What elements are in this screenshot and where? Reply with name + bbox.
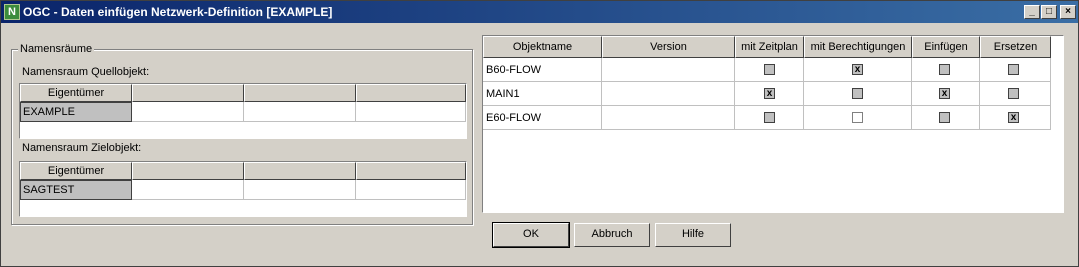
row-version[interactable] xyxy=(602,82,735,106)
close-button[interactable]: × xyxy=(1060,5,1076,19)
berechtigungen-checkbox[interactable]: x xyxy=(852,64,863,75)
source-owner-cell[interactable]: EXAMPLE xyxy=(20,102,132,122)
source-namespace-label: Namensraum Quellobjekt: xyxy=(22,66,150,78)
target-namespace-label: Namensraum Zielobjekt: xyxy=(22,142,142,154)
header-version[interactable]: Version xyxy=(602,36,735,58)
einfuegen-checkbox[interactable] xyxy=(939,64,950,75)
owner-header[interactable]: Eigentümer xyxy=(20,162,132,180)
zeitplan-checkbox[interactable] xyxy=(764,64,775,75)
row-objektname[interactable]: B60-FLOW xyxy=(483,58,602,82)
einfuegen-checkbox[interactable]: x xyxy=(939,88,950,99)
row-zeitplan-cell: x xyxy=(735,82,804,106)
row-version[interactable] xyxy=(602,58,735,82)
berechtigungen-checkbox[interactable] xyxy=(852,88,863,99)
dialog-window: N OGC - Daten einfügen Netzwerk-Definiti… xyxy=(0,0,1079,267)
ersetzen-checkbox[interactable]: x xyxy=(1008,112,1019,123)
column-header[interactable] xyxy=(132,162,244,180)
row-objektname[interactable]: MAIN1 xyxy=(483,82,602,106)
help-button[interactable]: Hilfe xyxy=(655,223,731,247)
grid-cell[interactable] xyxy=(132,180,244,200)
ersetzen-checkbox[interactable] xyxy=(1008,64,1019,75)
row-einfuegen-cell xyxy=(912,58,980,82)
row-objektname[interactable]: E60-FLOW xyxy=(483,106,602,130)
grid-cell[interactable] xyxy=(244,180,356,200)
row-ersetzen-cell xyxy=(980,82,1051,106)
owner-header[interactable]: Eigentümer xyxy=(20,84,132,102)
ersetzen-checkbox[interactable] xyxy=(1008,88,1019,99)
app-icon: N xyxy=(4,4,20,20)
einfuegen-checkbox[interactable] xyxy=(939,112,950,123)
grid-cell[interactable] xyxy=(244,102,356,122)
grid-cell[interactable] xyxy=(356,102,466,122)
header-einfuegen[interactable]: Einfügen xyxy=(912,36,980,58)
header-mit-zeitplan[interactable]: mit Zeitplan xyxy=(735,36,804,58)
zeitplan-checkbox[interactable] xyxy=(764,112,775,123)
row-zeitplan-cell xyxy=(735,58,804,82)
row-einfuegen-cell: x xyxy=(912,82,980,106)
header-mit-berechtigungen[interactable]: mit Berechtigungen xyxy=(804,36,912,58)
row-zeitplan-cell xyxy=(735,106,804,130)
row-berechtigungen-cell xyxy=(804,82,912,106)
title-bar[interactable]: N OGC - Daten einfügen Netzwerk-Definiti… xyxy=(1,1,1078,23)
ok-button[interactable]: OK xyxy=(492,222,570,248)
objects-table: Objektname Version mit Zeitplan mit Bere… xyxy=(482,35,1064,213)
namespaces-group-label: Namensräume xyxy=(18,43,95,55)
column-header[interactable] xyxy=(132,84,244,102)
column-header[interactable] xyxy=(244,162,356,180)
row-einfuegen-cell xyxy=(912,106,980,130)
target-owner-cell[interactable]: SAGTEST xyxy=(20,180,132,200)
header-objektname[interactable]: Objektname xyxy=(483,36,602,58)
zeitplan-checkbox[interactable]: x xyxy=(764,88,775,99)
column-header[interactable] xyxy=(356,162,466,180)
window-title: OGC - Daten einfügen Netzwerk-Definition… xyxy=(23,5,333,19)
target-namespace-grid: Eigentümer SAGTEST xyxy=(19,161,467,217)
column-header[interactable] xyxy=(244,84,356,102)
minimize-button[interactable]: _ xyxy=(1024,5,1040,19)
maximize-button[interactable]: □ xyxy=(1041,5,1057,19)
row-ersetzen-cell xyxy=(980,58,1051,82)
row-version[interactable] xyxy=(602,106,735,130)
column-header[interactable] xyxy=(356,84,466,102)
source-namespace-grid: Eigentümer EXAMPLE xyxy=(19,83,467,139)
row-berechtigungen-cell xyxy=(804,106,912,130)
header-ersetzen[interactable]: Ersetzen xyxy=(980,36,1051,58)
berechtigungen-checkbox[interactable] xyxy=(852,112,863,123)
grid-cell[interactable] xyxy=(132,102,244,122)
cancel-button[interactable]: Abbruch xyxy=(574,223,650,247)
row-ersetzen-cell: x xyxy=(980,106,1051,130)
grid-cell[interactable] xyxy=(356,180,466,200)
row-berechtigungen-cell: x xyxy=(804,58,912,82)
